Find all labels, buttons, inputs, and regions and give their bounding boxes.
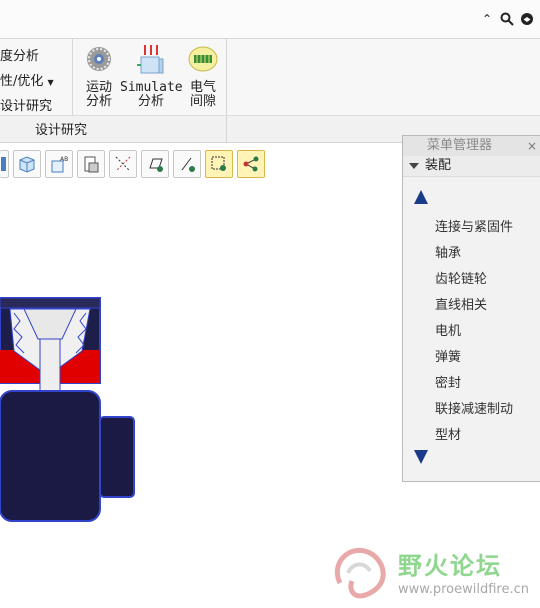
view-orientation-button[interactable]: AB [45, 150, 73, 178]
top-right-icons: ⌃ [480, 12, 534, 26]
close-icon[interactable]: × [527, 136, 537, 156]
electrical-line1: 电气 [189, 80, 216, 95]
menu-assembly-header[interactable]: 装配 [403, 156, 540, 177]
orientation-icon: AB [51, 156, 68, 173]
menu-item-gears[interactable]: 齿轮链轮 [435, 268, 487, 287]
axis-display-icon [115, 156, 131, 172]
electrical-clearance-icon [187, 43, 219, 75]
simulate-analysis-button[interactable]: Simulate 分析 [120, 43, 183, 109]
menu-assembly-label: 装配 [425, 158, 452, 173]
menu-manager-title-bar[interactable]: 菜单管理器 × [403, 136, 540, 156]
motion-line1: 运动 [85, 80, 112, 95]
shaft [39, 338, 61, 392]
menu-item-motor[interactable]: 电机 [435, 320, 461, 339]
menu-item-bearings[interactable]: 轴承 [435, 242, 461, 261]
menu-item-spring[interactable]: 弹簧 [435, 346, 461, 365]
annotation-icon [243, 156, 259, 172]
shaded-cube-icon [19, 156, 35, 173]
datum-point-button[interactable] [173, 150, 201, 178]
collapse-ribbon-icon[interactable]: ⌃ [480, 12, 494, 26]
motor-terminal-box [99, 416, 135, 498]
menu-item-seal[interactable]: 密封 [435, 372, 461, 391]
collapse-triangle-icon [409, 163, 419, 169]
motion-line2: 分析 [85, 94, 112, 109]
scroll-down-arrow-icon[interactable] [414, 450, 428, 464]
datum-plane-button[interactable] [141, 150, 169, 178]
electrical-clearance-button[interactable]: 电气 间隙 [178, 43, 228, 109]
menu-item-coupling-reducer-brake[interactable]: 联接减速制动 [435, 398, 513, 417]
motor-body [0, 390, 101, 522]
csys-icon [211, 156, 226, 171]
menu-item-profile[interactable]: 型材 [435, 424, 461, 443]
simulate-line1: Simulate [120, 80, 183, 95]
title-bar: ⌃ [0, 0, 540, 39]
graphics-toolbar: AB [0, 150, 265, 180]
watermark-name: 野火论坛 [398, 552, 502, 580]
menu-item-fasteners[interactable]: 连接与紧固件 [435, 216, 513, 235]
ribbon-item-design-study[interactable]: 设计研究 [0, 95, 52, 114]
plane-display-icon [149, 158, 163, 172]
simulate-line2: 分析 [137, 94, 164, 109]
watermark-logo-icon [334, 547, 386, 599]
dropdown-arrow-icon: ▼ [47, 78, 54, 87]
motion-gear-icon [83, 43, 115, 75]
menu-item-linear[interactable]: 直线相关 [435, 294, 487, 313]
simulate-icon [135, 43, 167, 75]
ribbon-group-separator [226, 39, 227, 115]
optimization-label: 性/优化 [0, 74, 44, 89]
ribbon: 度分析 性/优化 ▼ 设计研究 运动 分析 Simulate 分析 电气 间隙 [0, 39, 540, 115]
saved-views-icon [84, 156, 99, 173]
ribbon-item-sensitivity[interactable]: 度分析 [0, 45, 39, 64]
scroll-up-arrow-icon[interactable] [414, 190, 428, 204]
help-icon[interactable] [520, 12, 534, 26]
annotation-display-button[interactable] [237, 150, 265, 178]
menu-manager-title: 菜单管理器 [427, 138, 493, 153]
saved-views-button[interactable] [77, 150, 105, 178]
point-display-icon [181, 157, 195, 172]
ribbon-divider [72, 39, 73, 115]
display-style-button[interactable] [13, 150, 41, 178]
search-icon[interactable] [500, 12, 514, 26]
group-label-separator [226, 116, 227, 142]
motion-analysis-button[interactable]: 运动 分析 [74, 43, 124, 109]
electrical-line2: 间隙 [189, 94, 216, 109]
svg-text:AB: AB [60, 156, 68, 163]
ribbon-group-label: 设计研究 [34, 123, 87, 138]
csys-display-button[interactable] [205, 150, 233, 178]
ribbon-item-optimization[interactable]: 性/优化 ▼ [0, 70, 54, 89]
datum-axis-button[interactable] [109, 150, 137, 178]
toolbar-button-partial[interactable] [0, 150, 9, 178]
watermark-url: www.proewildfire.cn [398, 582, 529, 597]
